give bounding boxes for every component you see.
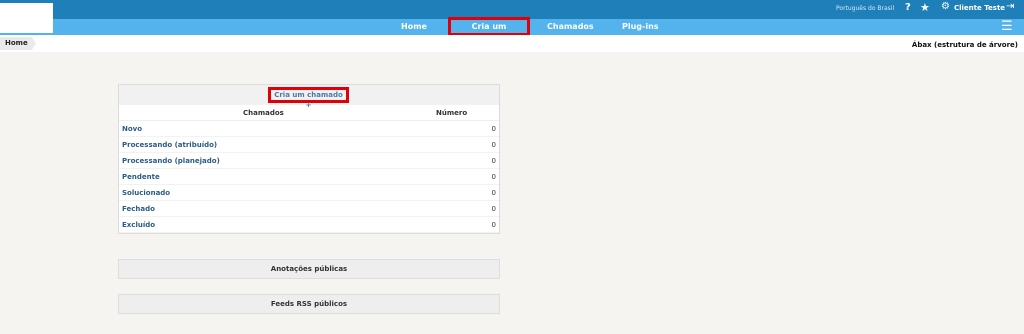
user-menu[interactable]: Cliente Teste: [954, 4, 1005, 12]
status-solved-link[interactable]: Solucionado: [122, 189, 170, 197]
table-row[interactable]: Excluído 0: [119, 217, 499, 233]
breadcrumb-bar: Home Ábax (estrutura de árvore): [0, 35, 1024, 52]
status-closed-count: 0: [491, 205, 496, 213]
public-notes-section[interactable]: Anotações públicas: [118, 259, 500, 279]
status-solved-count: 0: [491, 189, 496, 197]
help-icon[interactable]: ?: [905, 2, 911, 13]
nav-create-ticket[interactable]: Cria um chamado: [448, 17, 530, 44]
status-deleted-count: 0: [491, 221, 496, 229]
status-deleted-link[interactable]: Excluído: [122, 221, 155, 229]
logo[interactable]: [0, 3, 53, 33]
status-pending-link[interactable]: Pendente: [122, 173, 160, 181]
tickets-panel: Cria um chamado + Chamados Número Novo 0 …: [118, 84, 500, 234]
tickets-panel-header: Cria um chamado +: [119, 85, 499, 109]
table-row[interactable]: Processando (atribuído) 0: [119, 137, 499, 153]
status-planned-link[interactable]: Processando (planejado): [122, 157, 220, 165]
create-ticket-label: Cria um chamado: [274, 91, 343, 99]
public-rss-section[interactable]: Feeds RSS públicos: [118, 294, 500, 314]
breadcrumb-home[interactable]: Home: [0, 37, 36, 50]
status-assigned-count: 0: [491, 141, 496, 149]
gear-icon[interactable]: ⚙: [941, 1, 950, 12]
tree-view-link[interactable]: Ábax (estrutura de árvore): [912, 41, 1018, 49]
logout-icon[interactable]: ⇥: [1006, 1, 1014, 12]
column-tickets: Chamados: [243, 109, 284, 117]
table-row[interactable]: Pendente 0: [119, 169, 499, 185]
status-new-link[interactable]: Novo: [122, 125, 142, 133]
table-row[interactable]: Fechado 0: [119, 201, 499, 217]
column-count: Número: [436, 109, 468, 117]
star-icon[interactable]: ★: [920, 1, 930, 14]
language-selector[interactable]: Português do Brasil: [836, 5, 894, 12]
nav-tickets[interactable]: Chamados: [547, 22, 594, 31]
menu-icon[interactable]: ☰: [1001, 20, 1013, 33]
table-row[interactable]: Processando (planejado) 0: [119, 153, 499, 169]
status-closed-link[interactable]: Fechado: [122, 205, 155, 213]
status-new-count: 0: [491, 125, 496, 133]
status-planned-count: 0: [491, 157, 496, 165]
table-row[interactable]: Novo 0: [119, 121, 499, 137]
nav-home[interactable]: Home: [401, 22, 427, 31]
tickets-table-header: Chamados Número: [119, 105, 499, 121]
status-pending-count: 0: [491, 173, 496, 181]
create-ticket-button[interactable]: Cria um chamado +: [268, 87, 349, 109]
main-nav: Home Cria um chamado Chamados Plug-ins ☰: [0, 17, 1024, 44]
status-assigned-link[interactable]: Processando (atribuído): [122, 141, 217, 149]
nav-plugins[interactable]: Plug-ins: [622, 22, 659, 31]
table-row[interactable]: Solucionado 0: [119, 185, 499, 201]
